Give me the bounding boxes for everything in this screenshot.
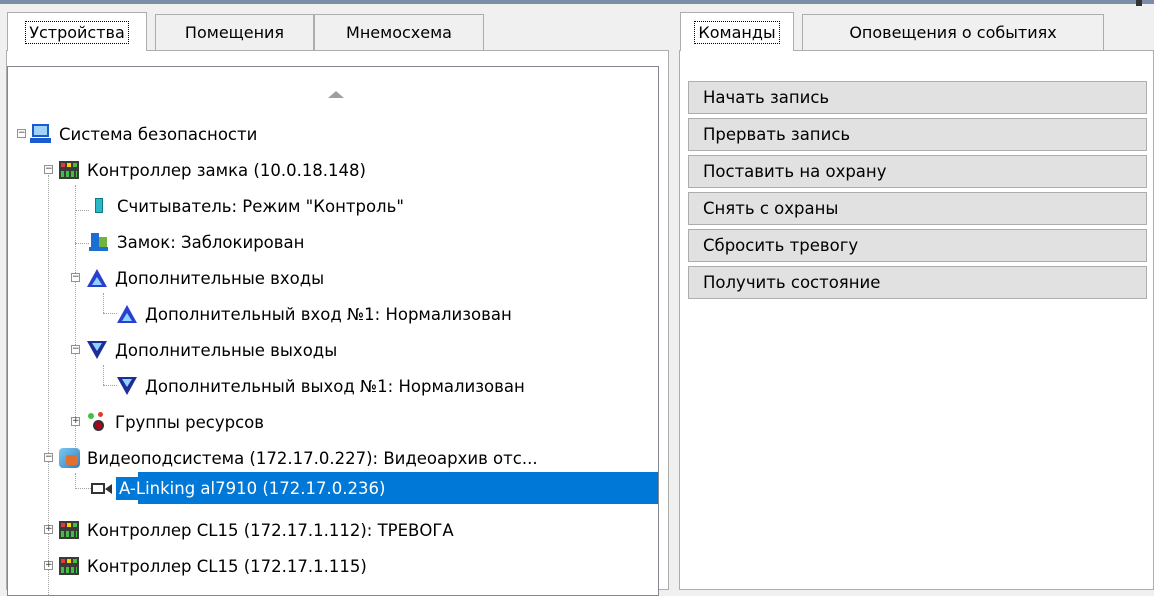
tab-event-notifications[interactable]: Оповещения о событиях <box>802 14 1104 50</box>
controller-icon <box>58 519 80 541</box>
video-subsystem-icon <box>58 447 80 469</box>
tree-node-label: A-Linking al7910 (172.17.0.236) <box>116 476 389 500</box>
tab-mnemonic[interactable]: Мнемосхема <box>314 14 484 50</box>
tree-node-reader[interactable]: Считыватель: Режим "Контроль" <box>88 191 407 221</box>
tree-node-label: Считыватель: Режим "Контроль" <box>117 196 404 216</box>
security-system-icon <box>30 123 52 145</box>
reset-alarm-button[interactable]: Сбросить тревогу <box>688 229 1147 262</box>
window-top-border <box>0 0 1154 4</box>
tree-node-lock[interactable]: Замок: Заблокирован <box>88 227 307 257</box>
scroll-up-arrow-icon[interactable] <box>328 91 344 98</box>
tree-node-video-subsystem[interactable]: Видеоподсистема (172.17.0.227): Видеоарх… <box>58 443 541 473</box>
controller-icon <box>58 159 80 181</box>
resource-groups-icon <box>86 411 108 433</box>
disarm-button[interactable]: Снять с охраны <box>688 192 1147 225</box>
tree-line <box>75 243 89 244</box>
tree-node-controller-cl15-112[interactable]: Контроллер CL15 (172.17.1.112): ТРЕВОГА <box>58 515 457 545</box>
tab-devices-label: Устройства <box>25 20 129 44</box>
tree-node-label: Система безопасности <box>59 124 258 144</box>
tree-node-label: Дополнительные выходы <box>115 340 338 360</box>
get-status-button[interactable]: Получить состояние <box>688 266 1147 299</box>
tree-node-extra-outputs[interactable]: Дополнительные выходы <box>86 335 340 365</box>
tree-node-label: Дополнительный выход №1: Нормализован <box>145 376 525 396</box>
collapse-toggle-icon[interactable]: − <box>44 165 53 174</box>
input-icon <box>116 303 138 325</box>
vertical-scrollbar[interactable] <box>658 67 659 595</box>
controller-icon <box>58 555 80 577</box>
tree-node-label: Дополнительный вход №1: Нормализован <box>145 304 512 324</box>
stop-recording-button[interactable]: Прервать запись <box>688 118 1147 151</box>
collapse-toggle-icon[interactable]: − <box>71 273 80 282</box>
arm-button[interactable]: Поставить на охрану <box>688 155 1147 188</box>
tree-node-label: Видеоподсистема (172.17.0.227): Видеоарх… <box>87 448 538 468</box>
tree-node-label: Контроллер замка (10.0.18.148) <box>87 160 366 180</box>
collapse-toggle-icon[interactable]: − <box>44 453 53 462</box>
collapse-toggle-icon[interactable]: − <box>17 129 26 138</box>
tree-node-resource-groups[interactable]: Группы ресурсов <box>86 407 267 437</box>
tab-devices[interactable]: Устройства <box>7 12 147 51</box>
tree-line <box>75 185 76 453</box>
tree-node-root[interactable]: Система безопасности <box>30 119 260 149</box>
tree-line <box>75 210 89 211</box>
tree-node-extra-output-1[interactable]: Дополнительный выход №1: Нормализован <box>116 371 528 401</box>
camera-icon <box>90 477 112 499</box>
input-icon <box>86 267 108 289</box>
tree-node-camera[interactable]: A-Linking al7910 (172.17.0.236) <box>90 473 389 503</box>
tab-commands[interactable]: Команды <box>680 12 794 51</box>
tree-node-label: Дополнительные входы <box>115 268 325 288</box>
tab-rooms-label: Помещения <box>184 23 285 42</box>
tree-line <box>75 488 91 489</box>
tree-node-label: Контроллер CL15 (172.17.1.112): ТРЕВОГА <box>87 520 454 540</box>
expand-toggle-icon[interactable]: + <box>44 561 53 570</box>
device-tree[interactable]: − − − − + − + + Система безопасности Кон… <box>7 66 659 596</box>
output-icon <box>116 375 138 397</box>
tree-line <box>75 473 76 489</box>
tree-node-label: Замок: Заблокирован <box>117 232 305 252</box>
tree-node-label: Группы ресурсов <box>115 412 264 432</box>
tab-commands-label: Команды <box>694 20 780 44</box>
tree-node-extra-inputs[interactable]: Дополнительные входы <box>86 263 327 293</box>
start-recording-button[interactable]: Начать запись <box>688 81 1147 114</box>
panel-splitter[interactable] <box>672 4 677 584</box>
tab-mnemonic-label: Мнемосхема <box>346 23 452 42</box>
tab-rooms[interactable]: Помещения <box>155 14 314 50</box>
lock-icon <box>88 231 110 253</box>
tree-node-label: Контроллер CL15 (172.17.1.115) <box>87 556 367 576</box>
output-icon <box>86 339 108 361</box>
expand-toggle-icon[interactable]: + <box>71 417 80 426</box>
expand-toggle-icon[interactable]: + <box>44 525 53 534</box>
tree-line <box>103 385 117 386</box>
tree-node-controller-cl15-115[interactable]: Контроллер CL15 (172.17.1.115) <box>58 551 370 581</box>
tree-line <box>103 293 104 313</box>
collapse-toggle-icon[interactable]: − <box>71 345 80 354</box>
tree-line <box>103 313 117 314</box>
tree-node-lock-controller[interactable]: Контроллер замка (10.0.18.148) <box>58 155 369 185</box>
reader-icon <box>88 195 110 217</box>
tree-node-extra-input-1[interactable]: Дополнительный вход №1: Нормализован <box>116 299 515 329</box>
tree-line <box>103 365 104 385</box>
tab-event-notifications-label: Оповещения о событиях <box>849 23 1057 42</box>
window-corner-marker <box>1136 0 1142 6</box>
